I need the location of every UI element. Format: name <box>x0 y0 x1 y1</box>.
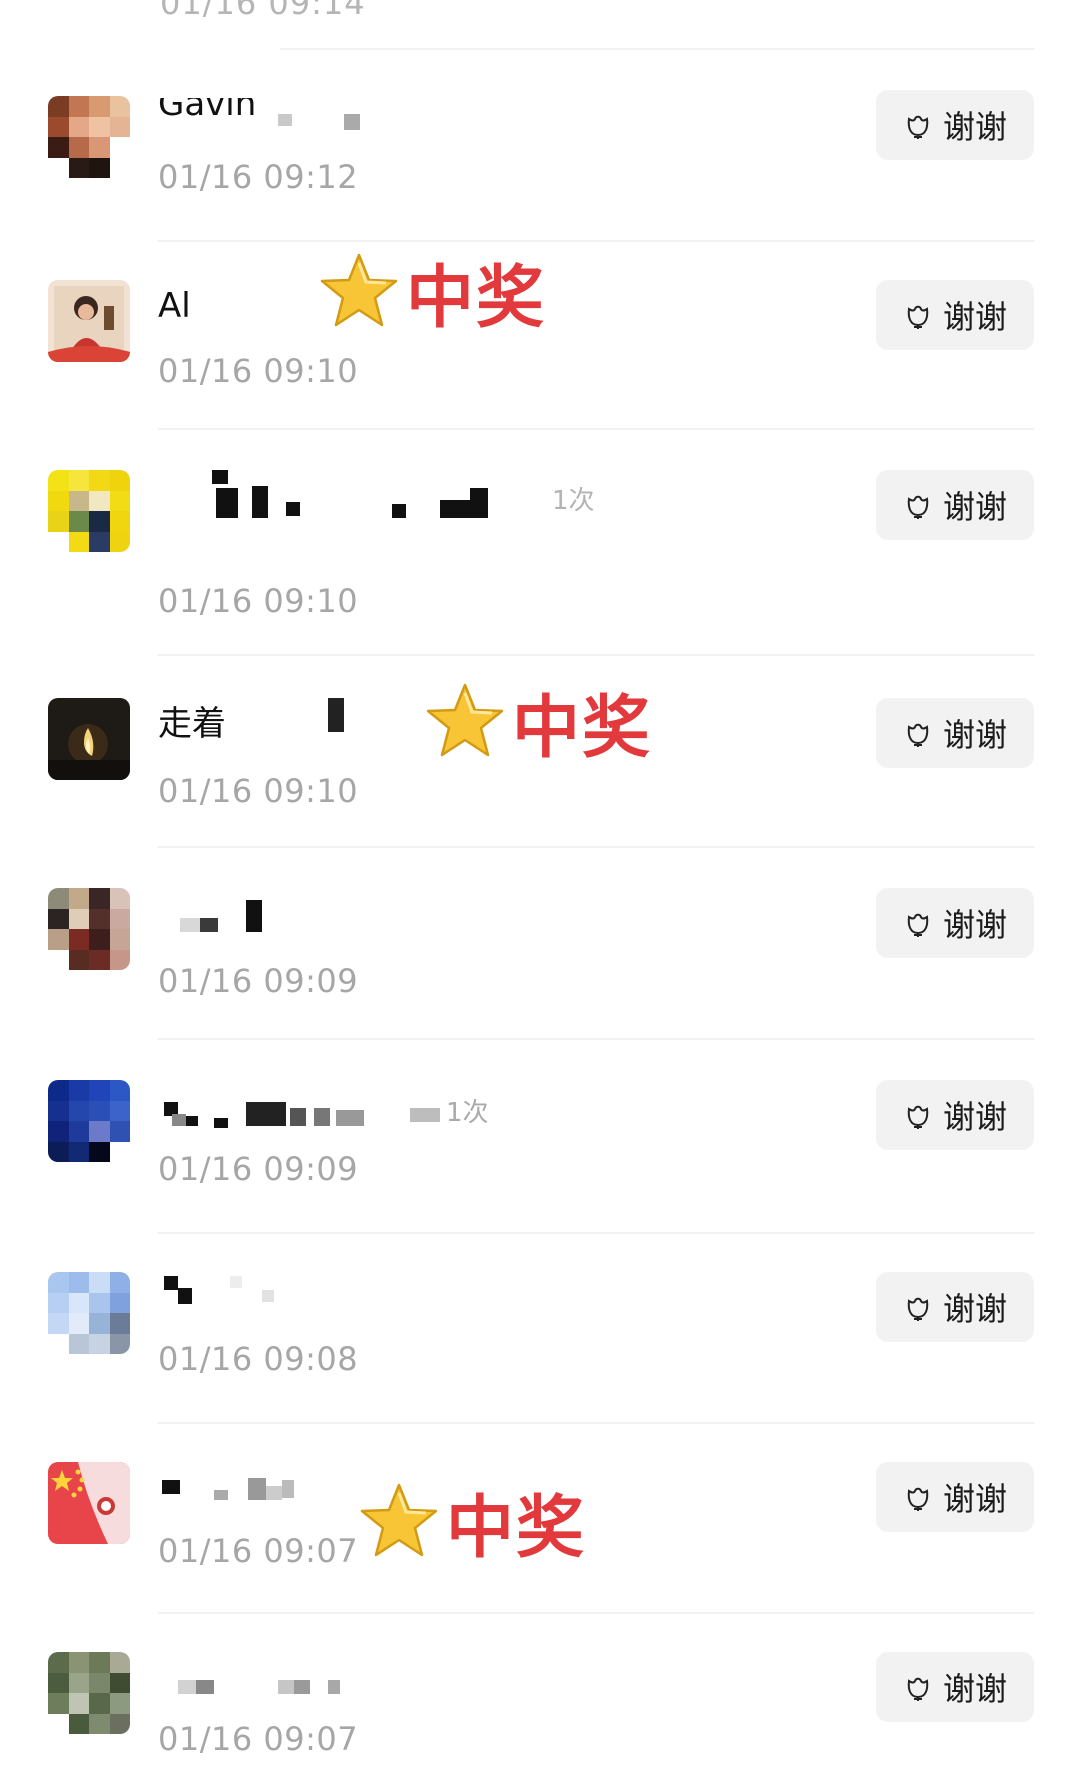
timestamp: 01/16 09:09 <box>158 962 359 1000</box>
timestamp: 01/16 09:10 <box>158 352 359 390</box>
username <box>158 1668 358 1712</box>
avatar[interactable] <box>48 1462 130 1544</box>
star-icon <box>320 253 398 327</box>
thank-label: 谢谢 <box>942 488 1007 526</box>
username: 1次 <box>158 1096 498 1140</box>
flower-icon <box>907 913 929 937</box>
winner-label: 中奖 <box>404 257 547 339</box>
username-text: 走着 <box>158 704 226 744</box>
thank-label: 谢谢 <box>942 1098 1007 1136</box>
divider <box>158 1612 1034 1614</box>
divider <box>158 240 1034 242</box>
avatar[interactable] <box>48 280 130 362</box>
winner-label: 中奖 <box>444 1487 587 1569</box>
flower-icon <box>907 495 929 519</box>
divider <box>158 1422 1034 1424</box>
avatar[interactable] <box>48 1652 130 1734</box>
timestamp: 01/16 09:10 <box>158 772 359 810</box>
flower-icon <box>907 1487 929 1511</box>
divider <box>158 1232 1034 1234</box>
winner-mark: 中奖 <box>424 676 652 769</box>
thank-label: 谢谢 <box>942 1670 1007 1708</box>
username <box>158 1476 298 1520</box>
timestamp: 01/16 09:10 <box>158 582 359 620</box>
thank-label: 谢谢 <box>942 108 1007 146</box>
thank-button[interactable]: 谢谢 <box>876 1652 1034 1722</box>
avatar[interactable] <box>48 1080 130 1162</box>
flower-icon <box>907 115 929 139</box>
thank-label: 谢谢 <box>942 906 1007 944</box>
username: Gavin <box>158 98 418 142</box>
flower-icon <box>907 1677 929 1701</box>
thank-label: 谢谢 <box>942 1290 1007 1328</box>
star-icon <box>426 683 504 757</box>
divider <box>280 48 1034 50</box>
star-icon <box>360 1483 438 1557</box>
thank-button[interactable]: 谢谢 <box>876 1272 1034 1342</box>
divider <box>158 428 1034 430</box>
avatar[interactable] <box>48 470 130 552</box>
thank-label: 谢谢 <box>942 1480 1007 1518</box>
thank-label: 谢谢 <box>942 716 1007 754</box>
thank-label: 谢谢 <box>942 298 1007 336</box>
avatar[interactable] <box>48 1272 130 1354</box>
winner-mark: 中奖 <box>358 1476 586 1569</box>
thank-button[interactable]: 谢谢 <box>876 888 1034 958</box>
flower-icon <box>907 723 929 747</box>
count-text: 1次 <box>446 1098 489 1128</box>
username: Al <box>158 286 298 330</box>
divider <box>158 846 1034 848</box>
winner-label: 中奖 <box>510 687 653 769</box>
username-text: Al <box>158 286 191 326</box>
divider <box>158 654 1034 656</box>
thank-button[interactable]: 谢谢 <box>876 1080 1034 1150</box>
username: 走着 <box>158 696 358 744</box>
timestamp: 01/16 09:08 <box>158 1340 359 1378</box>
avatar[interactable] <box>48 888 130 970</box>
top-partial-timestamp: 01/16 09:14 <box>160 0 366 22</box>
flower-icon <box>907 1297 929 1321</box>
thank-button[interactable]: 谢谢 <box>876 1462 1034 1532</box>
count-text: 1次 <box>552 486 595 516</box>
timestamp: 01/16 09:12 <box>158 158 359 196</box>
flower-icon <box>907 305 929 329</box>
thank-button[interactable]: 谢谢 <box>876 280 1034 350</box>
thank-button[interactable]: 谢谢 <box>876 90 1034 160</box>
flower-icon <box>907 1105 929 1129</box>
username <box>158 900 298 944</box>
thank-button[interactable]: 谢谢 <box>876 470 1034 540</box>
winner-mark: 中奖 <box>318 246 546 339</box>
timestamp: 01/16 09:09 <box>158 1150 359 1188</box>
username-text: Gavin <box>158 84 257 124</box>
avatar[interactable] <box>48 698 130 780</box>
username <box>158 1276 298 1320</box>
timestamp: 01/16 09:07 <box>158 1532 359 1570</box>
thank-button[interactable]: 谢谢 <box>876 698 1034 768</box>
username: 1次 <box>158 468 718 518</box>
divider <box>158 1038 1034 1040</box>
avatar[interactable] <box>48 96 130 178</box>
timestamp: 01/16 09:07 <box>158 1720 359 1758</box>
